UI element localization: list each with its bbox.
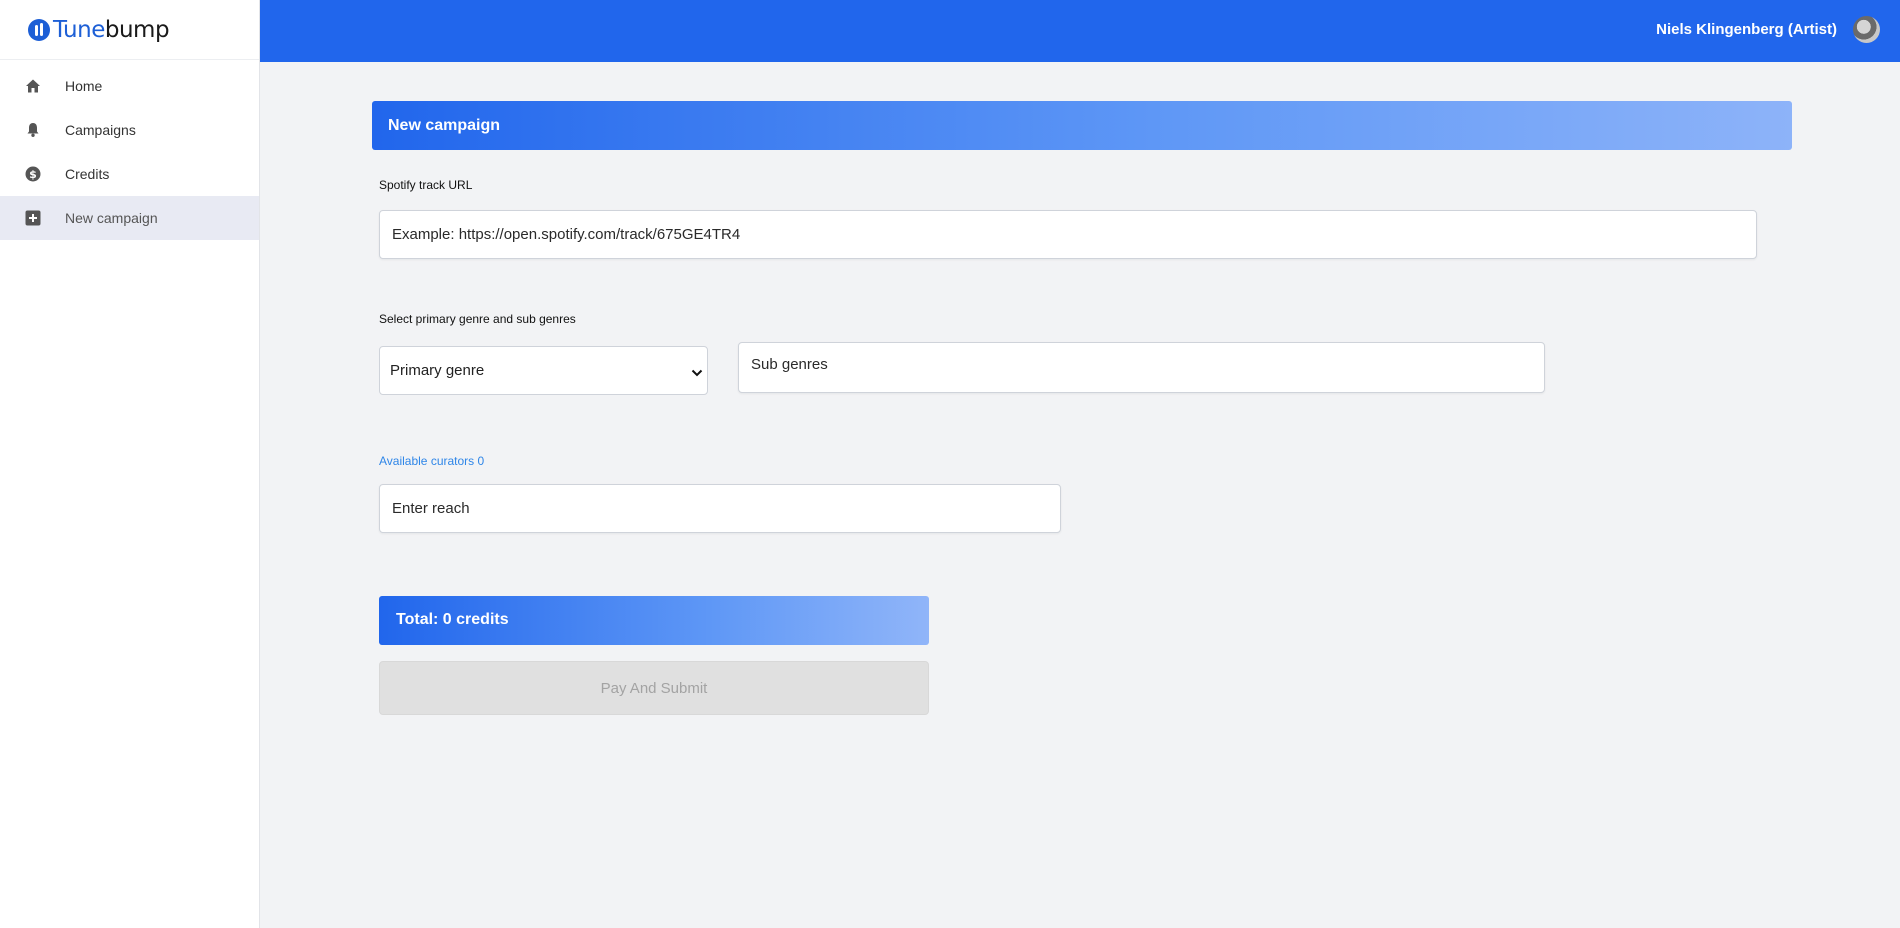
brand-logo[interactable]: Tunebump [0, 0, 259, 60]
spotify-url-input[interactable] [392, 226, 1756, 243]
tunebump-logo-icon [28, 18, 50, 41]
sidebar-item-campaigns[interactable]: Campaigns [0, 108, 259, 152]
primary-genre-value: Primary genre [390, 362, 485, 379]
sidebar-item-label: Campaigns [65, 122, 136, 138]
top-bar: Niels Klingenberg (Artist) [260, 0, 1900, 62]
brand-name: Tunebump [53, 16, 170, 43]
spotify-url-field[interactable] [379, 210, 1757, 259]
user-name[interactable]: Niels Klingenberg (Artist) [1656, 21, 1837, 38]
available-curators-label: Available curators 0 [379, 454, 485, 468]
page-title: New campaign [388, 117, 501, 134]
home-icon [25, 78, 41, 94]
svg-text:$: $ [29, 168, 37, 181]
primary-genre-select[interactable]: Primary genre [379, 346, 708, 395]
genre-label: Select primary genre and sub genres [379, 312, 576, 326]
sidebar: Tunebump Home Campaigns $ Credits New ca… [0, 0, 260, 928]
pay-and-submit-button[interactable]: Pay And Submit [379, 661, 929, 715]
sidebar-item-label: Credits [65, 166, 110, 182]
total-credits: Total: 0 credits [396, 611, 509, 628]
page-title-banner: New campaign [372, 101, 1792, 150]
plus-square-icon [25, 210, 41, 226]
spotify-url-label: Spotify track URL [379, 178, 473, 192]
chevron-down-icon [691, 365, 703, 382]
sidebar-item-label: Home [65, 78, 103, 94]
reach-input[interactable] [392, 500, 1060, 517]
bell-icon [25, 122, 41, 138]
sub-genres-field[interactable] [738, 342, 1545, 393]
dollar-circle-icon: $ [25, 166, 41, 182]
total-credits-banner: Total: 0 credits [379, 596, 929, 645]
sidebar-item-new-campaign[interactable]: New campaign [0, 196, 259, 240]
sub-genres-input[interactable] [751, 356, 1544, 373]
avatar[interactable] [1853, 16, 1880, 43]
sidebar-item-home[interactable]: Home [0, 64, 259, 108]
sidebar-item-credits[interactable]: $ Credits [0, 152, 259, 196]
reach-field[interactable] [379, 484, 1061, 533]
sidebar-item-label: New campaign [65, 210, 158, 226]
